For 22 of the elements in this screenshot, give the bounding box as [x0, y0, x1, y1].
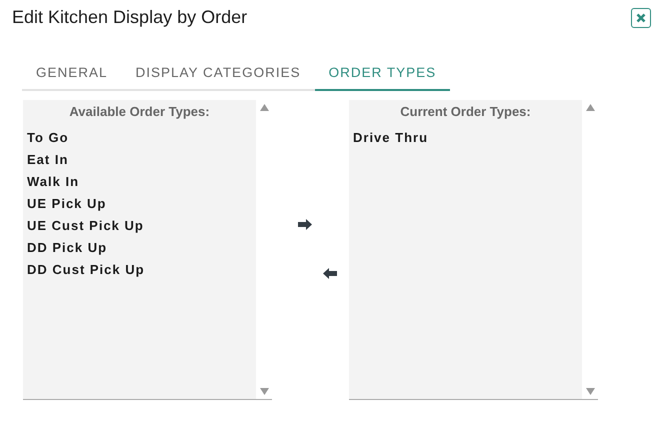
- list-heading: Current Order Types:: [399, 104, 532, 119]
- scroll-up-icon[interactable]: [260, 104, 268, 111]
- scroll-up-icon[interactable]: [586, 104, 594, 111]
- order-type-item[interactable]: DD Cust Pick Up: [27, 259, 252, 281]
- list-heading: Available Order Types:: [68, 104, 211, 119]
- arrow-left-icon[interactable]: [323, 268, 337, 279]
- close-icon[interactable]: [636, 12, 646, 22]
- arrow-right-icon[interactable]: [298, 219, 312, 230]
- close-button[interactable]: [631, 8, 651, 28]
- tab[interactable]: ORDER TYPES: [314, 59, 450, 91]
- scroll-down-icon[interactable]: [586, 388, 594, 395]
- order-type-item[interactable]: Walk In: [27, 171, 252, 193]
- order-type-item[interactable]: Eat In: [27, 149, 252, 171]
- tab[interactable]: DISPLAY CATEGORIES: [122, 59, 315, 91]
- order-type-item[interactable]: To Go: [27, 127, 252, 149]
- scroll-down-icon[interactable]: [260, 388, 268, 395]
- order-type-item[interactable]: DD Pick Up: [27, 237, 252, 259]
- tab[interactable]: GENERAL: [22, 59, 122, 91]
- order-type-item[interactable]: Drive Thru: [353, 127, 578, 149]
- order-type-item[interactable]: UE Cust Pick Up: [27, 215, 252, 237]
- dialog-title: Edit Kitchen Display by Order: [12, 7, 248, 28]
- order-type-item[interactable]: UE Pick Up: [27, 193, 252, 215]
